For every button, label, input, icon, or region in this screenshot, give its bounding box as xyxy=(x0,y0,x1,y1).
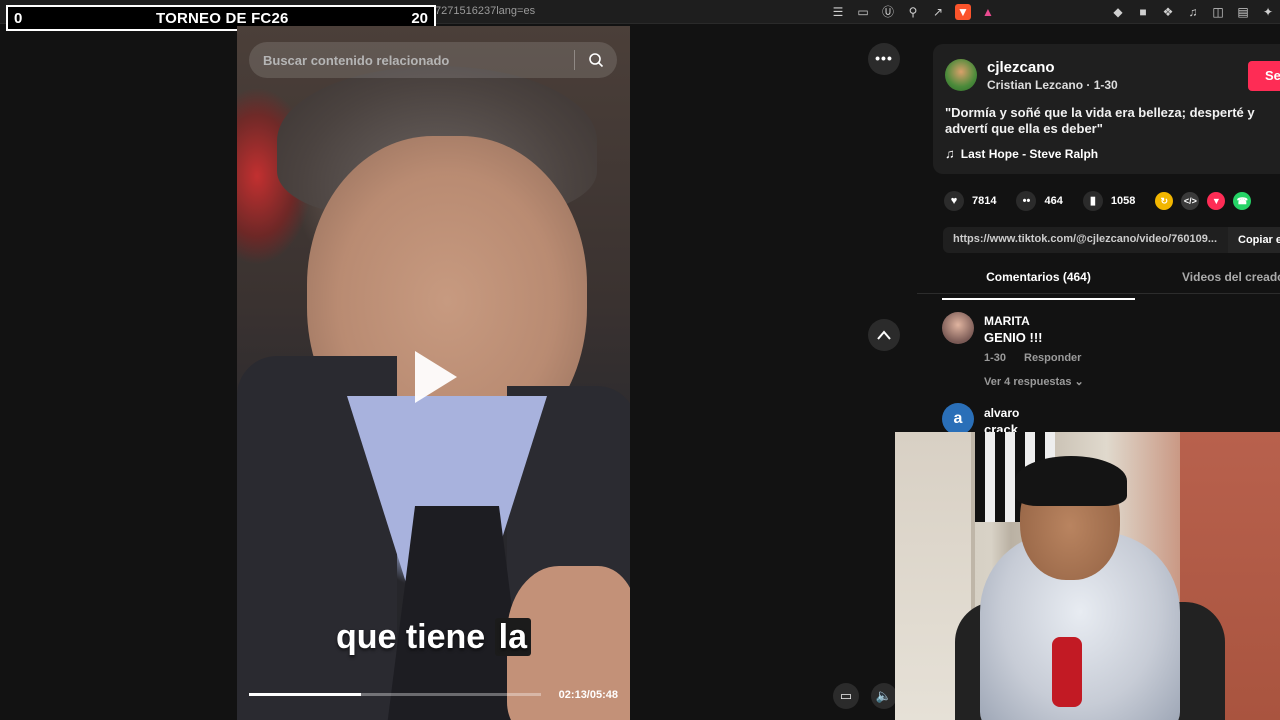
embed-icon[interactable]: </> xyxy=(1181,192,1200,210)
music-icon[interactable]: ♫ xyxy=(1185,4,1201,20)
progress-bar[interactable] xyxy=(249,693,541,696)
like-count: 7814 xyxy=(972,195,997,207)
previous-video-button[interactable] xyxy=(868,319,900,351)
follow-button[interactable]: Se xyxy=(1248,61,1280,91)
tab-comments[interactable]: Comentarios (464) xyxy=(942,270,1135,300)
brave-rewards-icon[interactable]: ▲ xyxy=(980,4,996,20)
view-replies-label: Ver 4 respuestas xyxy=(984,376,1072,388)
webcam-overlay xyxy=(895,432,1280,720)
save-button[interactable]: ▮ 1058 xyxy=(1082,191,1136,211)
picture-in-picture-icon[interactable]: ▭ xyxy=(833,683,859,709)
creator-username[interactable]: cjlezcano xyxy=(987,59,1055,76)
translate-icon[interactable]: Ⓤ xyxy=(880,4,896,20)
view-replies-button[interactable]: Ver 4 respuestas ⌄ xyxy=(984,375,1084,388)
play-icon[interactable] xyxy=(415,351,457,403)
extension-icon[interactable]: ◆ xyxy=(1110,4,1126,20)
tab-bar: Comentarios (464) Videos del creador xyxy=(917,264,1280,300)
send-icon[interactable]: ▼ xyxy=(1207,192,1226,210)
volume-icon[interactable]: 🔈 xyxy=(871,683,897,709)
sidebar-icon[interactable]: ◫ xyxy=(1210,4,1226,20)
comment-button[interactable]: •• 464 xyxy=(1016,191,1063,211)
scoreboard-title: TORNEO DE FC26 xyxy=(156,10,289,27)
reply-button[interactable]: Responder xyxy=(1024,352,1081,364)
bookmark-icon: ▮ xyxy=(1082,191,1103,211)
chevron-down-icon: ⌄ xyxy=(1074,376,1084,388)
music-note-icon: ♫ xyxy=(945,146,955,161)
more-options-button[interactable]: ••• xyxy=(868,43,900,75)
comment-text: GENIO !!! xyxy=(984,330,1043,345)
post-description: "Dormía y soñé que la vida era belleza; … xyxy=(945,105,1255,136)
puzzle-icon[interactable]: ❖ xyxy=(1160,4,1176,20)
video-player[interactable]: Buscar contenido relacionado que tiene l… xyxy=(237,26,630,720)
engagement-bar: ♥ 7814 •• 464 ▮ 1058 ↻ </> ▼ ☎ xyxy=(944,191,1259,211)
comment-avatar[interactable]: a xyxy=(942,403,974,435)
score-right: 20 xyxy=(411,10,428,27)
copy-link-button[interactable]: Copiar e xyxy=(1228,227,1280,253)
address-bar-icons: ☰ ▭ Ⓤ ⚲ ↗ ▼ ▲ xyxy=(830,3,996,21)
comment-count: 464 xyxy=(1044,195,1063,207)
brave-shield-icon[interactable]: ▼ xyxy=(955,4,971,20)
extension-icons: ◆ ■ ❖ ♫ ◫ ▤ ✦ ◯ xyxy=(1110,3,1280,21)
post-info-card: cjlezcano Cristian Lezcano · 1-30 Se "Do… xyxy=(933,44,1280,174)
extension-icon[interactable]: ■ xyxy=(1135,4,1151,20)
comment-author[interactable]: MARITA xyxy=(984,314,1030,328)
cast-icon[interactable]: ▭ xyxy=(855,4,871,20)
heart-icon: ♥ xyxy=(944,191,964,211)
screen: tiktok.com/@cjlezcano/video/760109166727… xyxy=(0,0,1280,720)
search-divider xyxy=(574,50,575,70)
music-link[interactable]: ♫ Last Hope - Steve Ralph xyxy=(945,146,1098,161)
progress-fill xyxy=(249,693,362,696)
score-left: 0 xyxy=(14,10,23,27)
creator-avatar[interactable] xyxy=(945,59,977,91)
search-icon[interactable] xyxy=(588,52,604,68)
comment-author[interactable]: alvaro xyxy=(984,406,1019,420)
save-count: 1058 xyxy=(1110,195,1136,207)
leo-icon[interactable]: ✦ xyxy=(1260,4,1276,20)
music-title: Last Hope - Steve Ralph xyxy=(960,147,1099,161)
comment-avatar[interactable] xyxy=(942,312,974,344)
reader-icon[interactable]: ☰ xyxy=(830,4,846,20)
video-link[interactable]: https://www.tiktok.com/@cjlezcano/video/… xyxy=(953,233,1223,245)
comment-date: 1-30 xyxy=(984,352,1007,364)
like-button[interactable]: ♥ 7814 xyxy=(944,191,996,211)
caption-text: que tiene xyxy=(335,618,495,656)
video-caption: que tiene la xyxy=(237,618,630,657)
repost-icon[interactable]: ↻ xyxy=(1155,192,1174,210)
zoom-icon[interactable]: ⚲ xyxy=(905,4,921,20)
wallet-icon[interactable]: ▤ xyxy=(1235,4,1251,20)
video-time: 02:13/05:48 xyxy=(558,689,618,701)
caption-highlight: la xyxy=(494,618,532,656)
creator-meta: Cristian Lezcano · 1-30 xyxy=(987,78,1118,92)
tab-creator-videos[interactable]: Videos del creador xyxy=(1182,270,1280,284)
search-placeholder: Buscar contenido relacionado xyxy=(263,53,450,68)
copy-link-bar: https://www.tiktok.com/@cjlezcano/video/… xyxy=(943,227,1280,253)
comment-icon: •• xyxy=(1016,191,1037,211)
share-icon[interactable]: ↗ xyxy=(930,4,946,20)
chevron-up-icon xyxy=(877,330,891,340)
webcam-streamer-hair xyxy=(1015,456,1127,506)
related-search-input[interactable]: Buscar contenido relacionado xyxy=(249,42,617,78)
whatsapp-icon[interactable]: ☎ xyxy=(1233,192,1252,210)
microphone-icon xyxy=(1052,637,1082,707)
